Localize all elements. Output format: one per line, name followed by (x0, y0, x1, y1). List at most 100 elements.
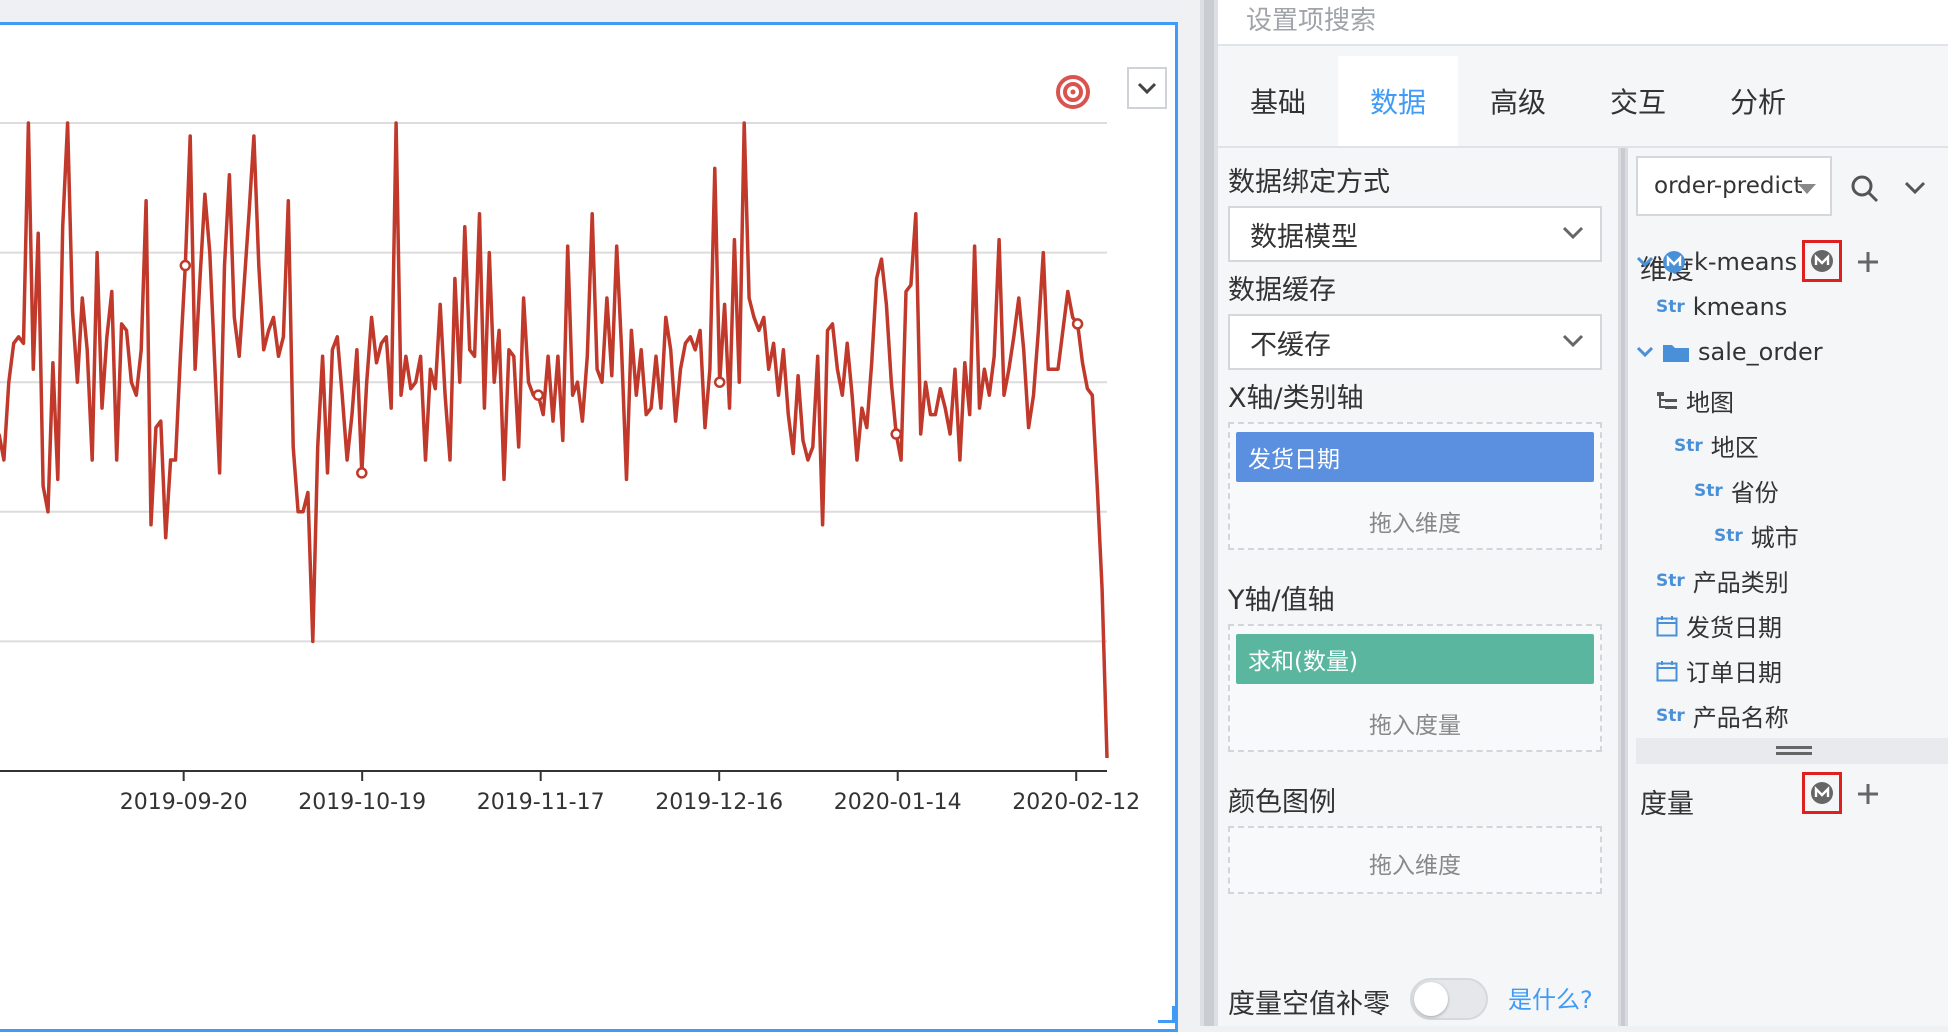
settings-search-input[interactable] (1244, 0, 1848, 42)
x-axis-field-pill[interactable]: 发货日期 (1236, 432, 1594, 482)
chart-card[interactable]: 2019-09-20 2019-10-19 2019-11-17 2019-12-16… (0, 22, 1178, 1032)
data-point[interactable] (356, 467, 368, 479)
str-type-icon: Str (1674, 435, 1703, 456)
tree-field[interactable]: Str 城市 (1714, 518, 1799, 553)
str-type-icon: Str (1714, 525, 1743, 546)
measure-label: 度量 (1640, 789, 1694, 820)
x-tick-label: 2020-01-14 (834, 790, 962, 815)
caret-down-icon[interactable] (1636, 346, 1654, 358)
tree-item-label: 省份 (1730, 479, 1779, 507)
y-axis-label: Y轴/值轴 (1228, 585, 1335, 616)
chart-panel: 2019-09-20 2019-10-19 2019-11-17 2019-12-16… (0, 0, 1182, 1032)
x-tick-label: 2019-12-16 (655, 790, 783, 815)
data-point[interactable] (1071, 318, 1084, 330)
color-legend-drop-zone[interactable]: 拖入维度 (1228, 826, 1602, 894)
data-point[interactable] (532, 389, 545, 401)
calendar-icon (1656, 615, 1678, 636)
tree-field[interactable]: Str 产品名称 (1656, 698, 1789, 733)
x-tick-label: 2019-11-17 (477, 790, 605, 815)
tree-item-label: 地图 (1686, 389, 1734, 417)
panel-splitter[interactable] (1200, 0, 1218, 1026)
data-point[interactable] (713, 376, 726, 388)
line-chart: 2019-09-20 2019-10-19 2019-11-17 2019-12-16… (0, 121, 1140, 815)
model-column: order-predict 维度 k-means Str kmeans sale_or… (1628, 148, 1948, 1026)
binding-value: 数据模型 (1250, 221, 1358, 253)
settings-tabs: 基础 数据 高级 交互 分析 (1218, 56, 1948, 146)
tree-item-label: sale_order (1698, 338, 1823, 366)
caret-down-icon[interactable] (1636, 256, 1654, 268)
column-divider[interactable] (1618, 148, 1628, 1026)
cache-value: 不缓存 (1250, 329, 1331, 361)
tree-item-label: 发货日期 (1686, 614, 1782, 642)
column-divider-grip[interactable] (1621, 148, 1625, 1026)
series-line (0, 121, 1109, 759)
tree-field[interactable]: Str 省份 (1694, 473, 1779, 508)
x-tick-label: 2019-10-19 (298, 790, 426, 815)
plus-icon[interactable] (1856, 782, 1880, 806)
x-axis-drop-hint: 拖入维度 (1369, 511, 1461, 537)
toggle-knob (1414, 982, 1448, 1016)
model-icon (1811, 782, 1833, 804)
tree-group-k-means[interactable]: k-means (1636, 248, 1797, 276)
y-axis-drop-zone[interactable]: 求和(数量) 拖入度量 (1228, 624, 1602, 752)
x-tick-label: 2019-09-20 (120, 790, 248, 815)
tree-item-label: 产品名称 (1692, 704, 1789, 732)
str-type-icon: Str (1694, 480, 1723, 501)
settings-panel: 基础 数据 高级 交互 分析 数据绑定方式 数据模型 数据缓存 不缓存 X轴/类… (1218, 0, 1948, 1026)
search-icon[interactable] (1850, 174, 1880, 204)
tree-field[interactable]: 地图 (1656, 383, 1734, 418)
tree-item-label: 地区 (1710, 434, 1759, 462)
plus-icon[interactable] (1856, 250, 1880, 274)
data-point[interactable] (890, 428, 902, 440)
binding-label: 数据绑定方式 (1228, 167, 1390, 198)
chevron-down-icon (1562, 226, 1584, 240)
tree-field[interactable]: Str kmeans (1656, 293, 1787, 321)
x-axis-drop-zone[interactable]: 发货日期 拖入维度 (1228, 422, 1602, 550)
tree-group-sale_order[interactable]: sale_order (1636, 338, 1823, 366)
tree-item-label: kmeans (1692, 293, 1788, 321)
dimension-model-button[interactable] (1802, 240, 1842, 282)
str-type-icon: Str (1656, 705, 1685, 726)
tree-item-label: 城市 (1750, 524, 1799, 552)
whats-this-link[interactable]: 是什么? (1508, 980, 1593, 1015)
model-icon (1663, 251, 1685, 273)
folder-icon (1663, 345, 1689, 362)
resize-handle[interactable] (1158, 1006, 1175, 1023)
data-point[interactable] (179, 259, 192, 272)
tree-field[interactable]: Str 地区 (1674, 428, 1759, 463)
chart-menu-dropdown-button[interactable] (1127, 67, 1167, 109)
tree-field[interactable]: 订单日期 (1656, 653, 1782, 688)
measure-model-button[interactable] (1802, 772, 1842, 814)
x-tick-label: 2020-02-12 (1012, 790, 1140, 815)
tree-item-label: 产品类别 (1692, 569, 1789, 597)
tab-data[interactable]: 数据 (1338, 56, 1458, 146)
tree-item-label: k-means (1694, 248, 1798, 276)
tab-advanced[interactable]: 高级 (1458, 56, 1578, 146)
color-legend-label: 颜色图例 (1228, 787, 1336, 818)
cache-select[interactable]: 不缓存 (1228, 314, 1602, 370)
tree-field[interactable]: 发货日期 (1656, 608, 1782, 643)
tab-basic[interactable]: 基础 (1218, 56, 1338, 146)
model-select[interactable]: order-predict (1636, 156, 1832, 216)
y-axis-field-pill[interactable]: 求和(数量) (1236, 634, 1594, 684)
settings-search-bar (1218, 0, 1948, 46)
data-settings-column: 数据绑定方式 数据模型 数据缓存 不缓存 X轴/类别轴 发货日期 拖入维度 Y轴… (1218, 148, 1618, 1026)
tab-interaction[interactable]: 交互 (1578, 56, 1698, 146)
str-type-icon: Str (1656, 297, 1685, 317)
tab-analysis[interactable]: 分析 (1698, 56, 1818, 146)
y-axis-drop-hint: 拖入度量 (1369, 713, 1461, 739)
model-select-value: order-predict (1654, 173, 1803, 199)
tree-field[interactable]: Str 产品类别 (1656, 563, 1789, 598)
chevron-down-icon (1562, 334, 1584, 348)
color-drop-hint: 拖入维度 (1369, 853, 1461, 879)
x-axis-label: X轴/类别轴 (1228, 383, 1364, 414)
str-type-icon: Str (1656, 570, 1685, 591)
target-icon[interactable] (1054, 73, 1092, 111)
splitter-grip[interactable] (1204, 0, 1214, 1026)
section-resize-grip[interactable] (1636, 738, 1948, 764)
zero-fill-label: 度量空值补零 (1228, 989, 1390, 1020)
hierarchy-icon (1657, 391, 1677, 409)
chevron-down-icon[interactable] (1904, 180, 1926, 196)
binding-select[interactable]: 数据模型 (1228, 206, 1602, 262)
zero-fill-toggle[interactable] (1410, 978, 1488, 1020)
